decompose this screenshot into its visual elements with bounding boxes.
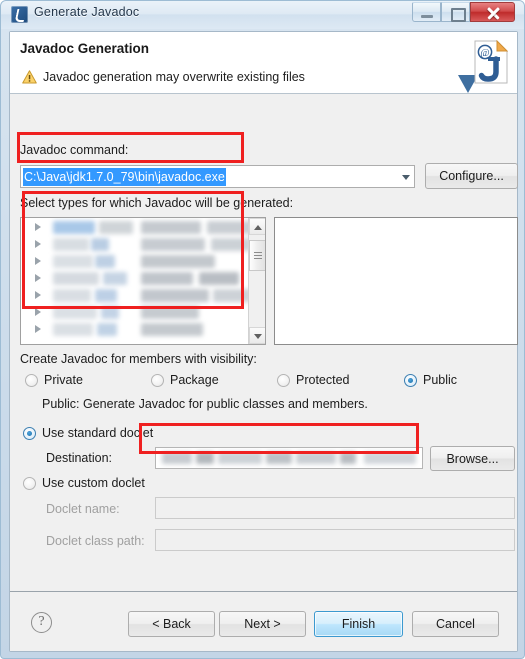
row-content [53, 272, 99, 285]
field-content [296, 452, 336, 464]
radio-label: Package [170, 373, 219, 387]
window-title: Generate Javadoc [34, 5, 140, 19]
scroll-down-arrow-icon[interactable] [249, 327, 265, 344]
row-content [53, 306, 97, 319]
close-button[interactable] [470, 2, 515, 22]
field-content [218, 452, 262, 464]
triangle-right-icon[interactable] [35, 325, 41, 333]
row-content [95, 289, 117, 302]
row-content [141, 306, 199, 319]
doclet-name-label: Doclet name: [46, 502, 120, 516]
triangle-right-icon[interactable] [35, 257, 41, 265]
browse-button[interactable]: Browse... [430, 446, 515, 471]
field-content [364, 452, 416, 464]
row-content [141, 221, 201, 234]
header-message: Javadoc generation may overwrite existin… [43, 70, 305, 84]
next-button[interactable]: Next > [219, 611, 306, 637]
triangle-right-icon[interactable] [35, 240, 41, 248]
row-content [99, 221, 133, 234]
tree-scrollbar[interactable] [248, 218, 265, 344]
field-content [340, 452, 356, 464]
field-content [196, 452, 214, 464]
row-content [97, 323, 117, 336]
triangle-right-icon[interactable] [35, 274, 41, 282]
chevron-down-icon[interactable] [402, 175, 410, 180]
warning-triangle-icon [22, 70, 37, 84]
eclipse-javadoc-icon [11, 6, 28, 23]
doclet-name-input [155, 497, 515, 519]
table-row[interactable] [21, 236, 251, 253]
radio-indicator [23, 477, 36, 490]
row-content [53, 323, 93, 336]
radio-indicator [23, 427, 36, 440]
row-content [141, 289, 209, 302]
radio-indicator [404, 374, 417, 387]
minimize-button[interactable] [412, 2, 441, 22]
row-content [141, 272, 193, 285]
row-content [53, 238, 89, 251]
members-list-panel[interactable] [274, 217, 518, 345]
cancel-button[interactable]: Cancel [412, 611, 499, 637]
triangle-right-icon[interactable] [35, 308, 41, 316]
select-types-label: Select types for which Javadoc will be g… [20, 196, 294, 210]
destination-input[interactable] [155, 447, 423, 469]
dialog-window: Generate Javadoc Javadoc Generation Java… [0, 0, 525, 659]
radio-indicator [277, 374, 290, 387]
javadoc-command-label: Javadoc command: [20, 143, 129, 157]
help-question-icon[interactable]: ? [31, 612, 52, 633]
scroll-up-arrow-icon[interactable] [249, 218, 265, 235]
dialog-header: Javadoc Generation Javadoc generation ma… [10, 32, 517, 94]
row-content [211, 238, 251, 251]
field-content [266, 452, 292, 464]
field-content [162, 452, 192, 464]
row-content [101, 306, 119, 319]
row-content [91, 238, 109, 251]
table-row[interactable] [21, 321, 249, 338]
radio-label: Use standard doclet [42, 426, 154, 440]
javadoc-command-combo[interactable]: C:\Java\jdk1.7.0_79\bin\javadoc.exe [20, 165, 415, 188]
row-content [141, 255, 215, 268]
radio-indicator [151, 374, 164, 387]
row-content [141, 323, 203, 336]
row-content [199, 272, 239, 285]
radio-label: Public [423, 373, 458, 387]
back-button[interactable]: < Back [128, 611, 215, 637]
maximize-button[interactable] [441, 2, 470, 22]
table-row[interactable] [21, 304, 249, 321]
radio-label: Private [44, 373, 83, 387]
page-title: Javadoc Generation [20, 41, 150, 56]
destination-label: Destination: [46, 451, 113, 465]
javadoc-command-value[interactable]: C:\Java\jdk1.7.0_79\bin\javadoc.exe [23, 168, 226, 186]
radio-indicator [25, 374, 38, 387]
radio-label: Use custom doclet [42, 476, 145, 490]
table-row[interactable] [21, 270, 249, 287]
table-row[interactable] [21, 287, 251, 304]
doclet-class-path-input [155, 529, 515, 551]
javadoc-document-icon: @ [474, 39, 509, 84]
radio-label: Protected [296, 373, 350, 387]
row-content [53, 255, 93, 268]
row-content [53, 289, 91, 302]
row-content [103, 272, 127, 285]
configure-button[interactable]: Configure... [425, 163, 518, 189]
types-tree[interactable] [20, 217, 266, 345]
title-bar[interactable]: Generate Javadoc [1, 1, 524, 29]
row-content [53, 221, 95, 234]
table-row[interactable] [21, 253, 249, 270]
table-row[interactable] [21, 219, 255, 236]
visibility-label: Create Javadoc for members with visibili… [20, 352, 257, 366]
row-content [141, 238, 205, 251]
scrollbar-thumb[interactable] [249, 240, 265, 271]
triangle-right-icon[interactable] [35, 223, 41, 231]
triangle-right-icon[interactable] [35, 291, 41, 299]
dialog-content: Javadoc command: C:\Java\jdk1.7.0_79\bin… [10, 94, 518, 591]
doclet-class-path-label: Doclet class path: [46, 534, 145, 548]
row-content [213, 289, 251, 302]
finish-button[interactable]: Finish [314, 611, 403, 637]
dialog-body: Javadoc Generation Javadoc generation ma… [9, 31, 518, 652]
visibility-help-text: Public: Generate Javadoc for public clas… [42, 397, 368, 411]
row-content [95, 255, 115, 268]
